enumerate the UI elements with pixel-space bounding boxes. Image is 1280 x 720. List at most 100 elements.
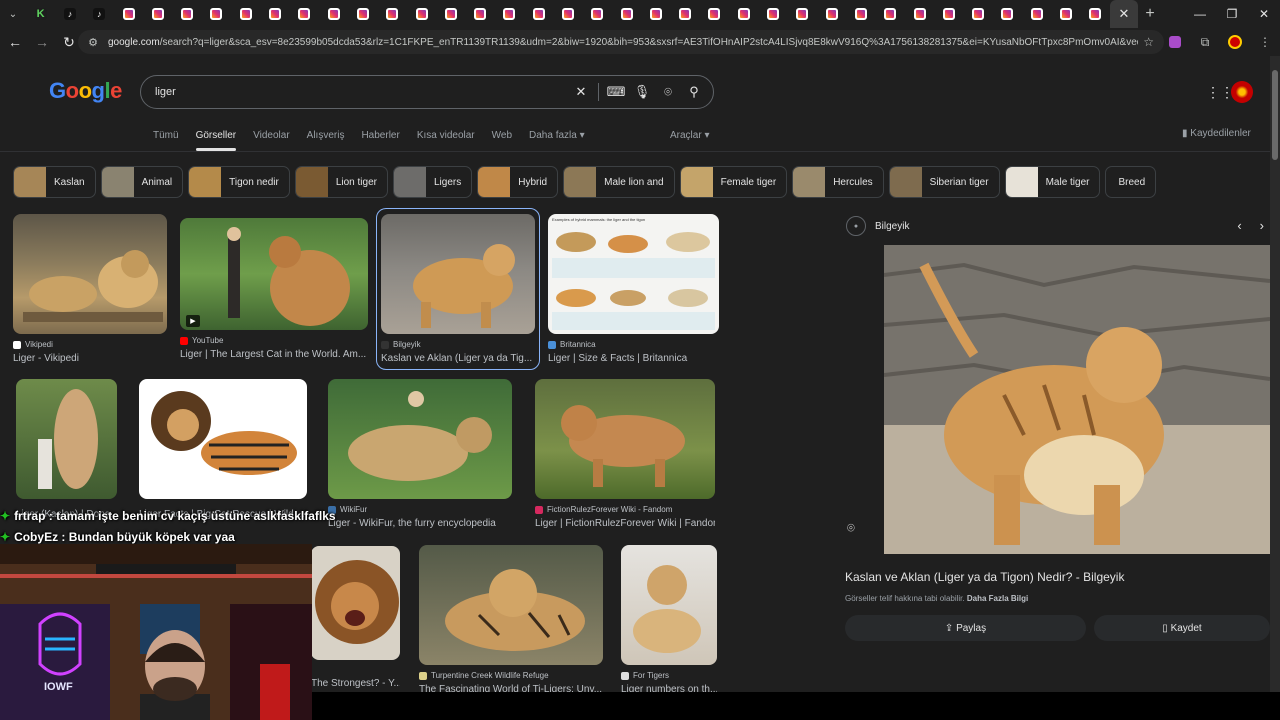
result-image[interactable] — [419, 545, 603, 665]
browser-tab[interactable] — [993, 0, 1022, 28]
chip-male-lion-and[interactable]: Male lion and — [563, 166, 675, 198]
search-box[interactable]: liger ✕ ⌨ 🎙 ⌾ ⚲ — [140, 75, 714, 109]
preview-source[interactable]: ● Bilgeyik — [846, 216, 909, 236]
chip-lion-tiger[interactable]: Lion tiger — [294, 166, 388, 198]
browser-tab[interactable] — [729, 0, 758, 28]
result-image[interactable] — [535, 379, 715, 499]
tab-shopping[interactable]: Alışveriş — [307, 130, 345, 141]
tab-videos[interactable]: Videolar — [253, 130, 290, 141]
result-title[interactable]: Kaslan ve Aklan (Liger ya da Tig... — [381, 353, 535, 364]
clear-icon[interactable]: ✕ — [568, 79, 594, 105]
tab-short-videos[interactable]: Kısa videolar — [417, 130, 475, 141]
browser-tab[interactable] — [905, 0, 934, 28]
result-image[interactable] — [621, 545, 717, 665]
result-image[interactable] — [381, 214, 535, 334]
forward-icon[interactable]: → — [30, 30, 54, 54]
tools-button[interactable]: Araçlar ▾ — [670, 130, 709, 141]
active-tab[interactable]: ✕ — [1109, 0, 1138, 28]
new-tab-button[interactable]: + — [1138, 5, 1162, 23]
tab-news[interactable]: Haberler — [361, 130, 399, 141]
close-window-icon[interactable]: ✕ — [1248, 0, 1280, 28]
browser-tab[interactable] — [231, 0, 260, 28]
result-card[interactable]: Examples of hybrid mammals: the liger an… — [548, 214, 719, 364]
browser-tab[interactable] — [641, 0, 670, 28]
browser-tab[interactable] — [964, 0, 993, 28]
browser-tab[interactable] — [114, 0, 143, 28]
result-title[interactable]: Liger | FictionRulezForever Wiki | Fando… — [535, 518, 715, 529]
chip-kaslan[interactable]: Kaslan — [13, 166, 96, 198]
menu-kebab-icon[interactable]: ⋮ — [1250, 35, 1280, 49]
chip-breed[interactable]: Breed — [1105, 166, 1157, 198]
scrollbar-thumb[interactable] — [1272, 70, 1278, 160]
save-button[interactable]: ▯ Kaydet — [1094, 615, 1270, 641]
result-image[interactable] — [328, 379, 512, 499]
result-card[interactable]: Turpentine Creek Wildlife Refuge The Fas… — [419, 545, 603, 695]
saved-button[interactable]: ▮ Kaydedilenler — [1182, 128, 1251, 139]
result-title[interactable]: Liger - Vikipedi — [13, 353, 167, 364]
browser-tab[interactable] — [1081, 0, 1110, 28]
share-button[interactable]: ⇪ Paylaş — [845, 615, 1086, 641]
url-text[interactable]: google.com/search?q=liger&sca_esv=8e2359… — [108, 37, 1138, 48]
tab-all[interactable]: Tümü — [153, 130, 179, 141]
restore-icon[interactable]: ❐ — [1216, 0, 1248, 28]
search-input[interactable]: liger — [155, 86, 568, 98]
result-title[interactable]: The Strongest? - Y... — [311, 678, 400, 689]
browser-tab[interactable] — [700, 0, 729, 28]
lens-search-icon[interactable]: ⌾ — [847, 520, 865, 538]
browser-tab[interactable] — [143, 0, 172, 28]
browser-tab[interactable] — [378, 0, 407, 28]
profile-icon[interactable] — [1220, 35, 1250, 49]
browser-tab[interactable] — [846, 0, 875, 28]
close-tab-icon[interactable]: ✕ — [1119, 6, 1130, 22]
tab-images[interactable]: Görseller — [195, 130, 236, 151]
result-image[interactable] — [13, 214, 167, 334]
chip-hybrid[interactable]: Hybrid — [477, 166, 559, 198]
browser-tab[interactable] — [788, 0, 817, 28]
chip-female-tiger[interactable]: Female tiger — [679, 166, 788, 198]
page-scrollbar[interactable] — [1270, 56, 1280, 692]
browser-tab[interactable] — [495, 0, 524, 28]
browser-tab[interactable] — [876, 0, 905, 28]
browser-tab[interactable]: ♪ — [55, 0, 84, 28]
browser-tab[interactable] — [553, 0, 582, 28]
preview-title[interactable]: Kaslan ve Aklan (Liger ya da Tigon) Nedi… — [845, 570, 1124, 584]
preview-image[interactable] — [884, 245, 1270, 554]
chip-siberian-tiger[interactable]: Siberian tiger — [888, 166, 1000, 198]
keyboard-icon[interactable]: ⌨ — [603, 79, 629, 105]
result-title[interactable]: Liger | The Largest Cat in the World. Am… — [180, 349, 368, 360]
google-logo[interactable]: Google — [49, 78, 122, 104]
result-image[interactable] — [139, 379, 307, 499]
browser-tab[interactable] — [1022, 0, 1051, 28]
previous-icon[interactable]: ‹ — [1237, 218, 1241, 233]
browser-tab[interactable] — [436, 0, 465, 28]
result-card[interactable]: YouTube Liger | The Largest Cat in the W… — [180, 218, 368, 360]
search-icon[interactable]: ⚲ — [681, 79, 707, 105]
browser-tab[interactable] — [260, 0, 289, 28]
chip-ligers[interactable]: Ligers — [392, 166, 473, 198]
result-image[interactable] — [311, 546, 400, 660]
result-card[interactable]: Liger (Kaslan) | Dona... — [16, 379, 117, 520]
browser-tab[interactable] — [172, 0, 201, 28]
more-info-link[interactable]: Daha Fazla Bilgi — [967, 594, 1028, 603]
address-bar[interactable]: ⚙ google.com/search?q=liger&sca_esv=8e23… — [78, 30, 1164, 54]
chip-male-tiger[interactable]: Male tiger — [1004, 166, 1101, 198]
browser-tab[interactable] — [465, 0, 494, 28]
minimize-icon[interactable]: — — [1184, 0, 1216, 28]
browser-tab[interactable] — [290, 0, 319, 28]
result-card-selected[interactable]: Bilgeyik Kaslan ve Aklan (Liger ya da Ti… — [381, 214, 535, 364]
extension-icon[interactable] — [1160, 36, 1190, 48]
browser-tab[interactable] — [319, 0, 348, 28]
browser-tab[interactable] — [934, 0, 963, 28]
site-info-icon[interactable]: ⚙ — [86, 35, 100, 49]
result-image[interactable] — [180, 218, 368, 330]
result-card[interactable]: For Tigers Liger numbers on th... — [621, 545, 717, 695]
chip-hercules[interactable]: Hercules — [792, 166, 884, 198]
bookmark-star-icon[interactable]: ☆ — [1143, 35, 1154, 49]
result-image[interactable]: Examples of hybrid mammals: the liger an… — [548, 214, 719, 334]
browser-tab[interactable]: K — [26, 0, 55, 28]
result-title[interactable]: Liger | Size & Facts | Britannica — [548, 353, 719, 364]
microphone-icon[interactable]: 🎙 — [629, 79, 655, 105]
browser-tab[interactable]: ♪ — [85, 0, 114, 28]
result-card[interactable]: Liger Facts | Big Cat Rescue | Wild ... — [139, 379, 307, 520]
browser-tab[interactable] — [758, 0, 787, 28]
